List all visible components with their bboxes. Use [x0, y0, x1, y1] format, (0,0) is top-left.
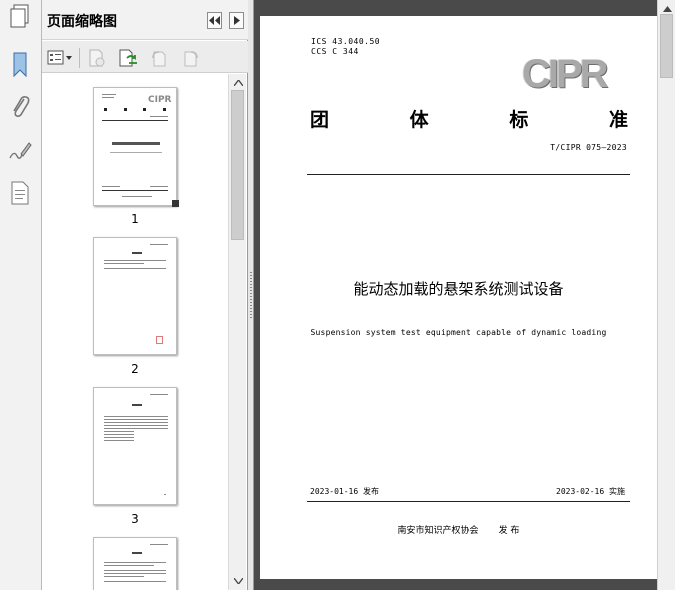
collapse-panel-button[interactable] — [207, 12, 222, 29]
thumbnail-page[interactable] — [93, 237, 177, 355]
standard-char: 团 — [310, 109, 330, 131]
toolbar-divider — [79, 48, 80, 68]
top-rule — [307, 174, 630, 175]
thumbnail-toolbar — [42, 41, 248, 73]
navigation-rail — [0, 0, 42, 590]
standard-char: 标 — [509, 109, 529, 131]
signature-pen-icon[interactable] — [6, 136, 34, 166]
thumbnail-page[interactable] — [93, 387, 177, 505]
doc-scrollbar-thumb[interactable] — [660, 14, 673, 78]
thumbnail-page[interactable]: CIPR — [93, 87, 177, 206]
options-menu-button[interactable] — [46, 47, 74, 69]
bottom-rule — [307, 501, 630, 502]
standard-number: T/CIPR 075—2023 — [550, 143, 627, 152]
issuer-line: 南安市知识产权协会 发 布 — [260, 523, 657, 536]
thumbnail-number: 1 — [131, 212, 139, 226]
document-view[interactable]: ICS 43.040.50 CCS C 344 CIPR 团 体 标 准 T/C… — [254, 0, 675, 590]
insert-page-icon[interactable] — [116, 47, 140, 69]
page-thumbnails-icon[interactable] — [6, 2, 34, 32]
splitter-grip[interactable] — [250, 272, 252, 318]
implement-date: 2023-02-16 实施 — [556, 487, 625, 496]
ccs-code: CCS C 344 — [311, 47, 359, 56]
delete-page-icon[interactable] — [86, 47, 108, 69]
thumbnail-number: 3 — [131, 512, 139, 526]
standard-char: 体 — [409, 109, 429, 131]
scrollbar-thumb[interactable] — [231, 90, 244, 240]
document-title-cn: 能动态加载的悬架系统测试设备 — [353, 280, 564, 298]
document-title-en: Suspension system test equipment capable… — [310, 328, 607, 337]
ics-code: ICS 43.040.50 — [311, 37, 381, 46]
standard-char: 准 — [608, 109, 628, 131]
panel-title: 页面缩略图 — [47, 14, 117, 30]
document-page: ICS 43.040.50 CCS C 344 CIPR 团 体 标 准 T/C… — [260, 16, 657, 579]
thumbnail-list: CIPR 1 2 3 — [42, 74, 228, 590]
bookmark-icon[interactable] — [6, 50, 34, 80]
thumbnail-scrollbar[interactable] — [228, 74, 246, 590]
rotate-right-icon[interactable] — [180, 47, 202, 69]
issuer-name: 南安市知识产权协会 — [397, 526, 479, 536]
panel-header: 页面缩略图 — [42, 0, 248, 40]
seal-stamp — [156, 336, 163, 344]
issue-label: 发 布 — [498, 526, 520, 536]
thumbnail-resize-handle[interactable] — [172, 200, 179, 207]
scroll-up-arrow[interactable] — [230, 76, 246, 90]
cipr-logo: CIPR — [522, 52, 609, 96]
thumbnail-panel: 页面缩略图 CIPR 1 2 3 — [42, 0, 248, 590]
publish-date: 2023-01-16 发布 — [310, 487, 379, 496]
rotate-left-icon[interactable] — [148, 47, 170, 69]
paperclip-icon[interactable] — [6, 92, 34, 122]
thumbnail-page[interactable] — [93, 537, 177, 590]
thumb-logo: CIPR — [148, 95, 172, 105]
standard-heading: 团 体 标 准 — [310, 105, 628, 132]
scroll-down-arrow[interactable] — [230, 574, 246, 588]
document-scrollbar[interactable] — [657, 0, 675, 590]
page-list-icon[interactable] — [6, 178, 34, 208]
expand-panel-button[interactable] — [229, 12, 244, 29]
thumbnail-number: 2 — [131, 362, 139, 376]
